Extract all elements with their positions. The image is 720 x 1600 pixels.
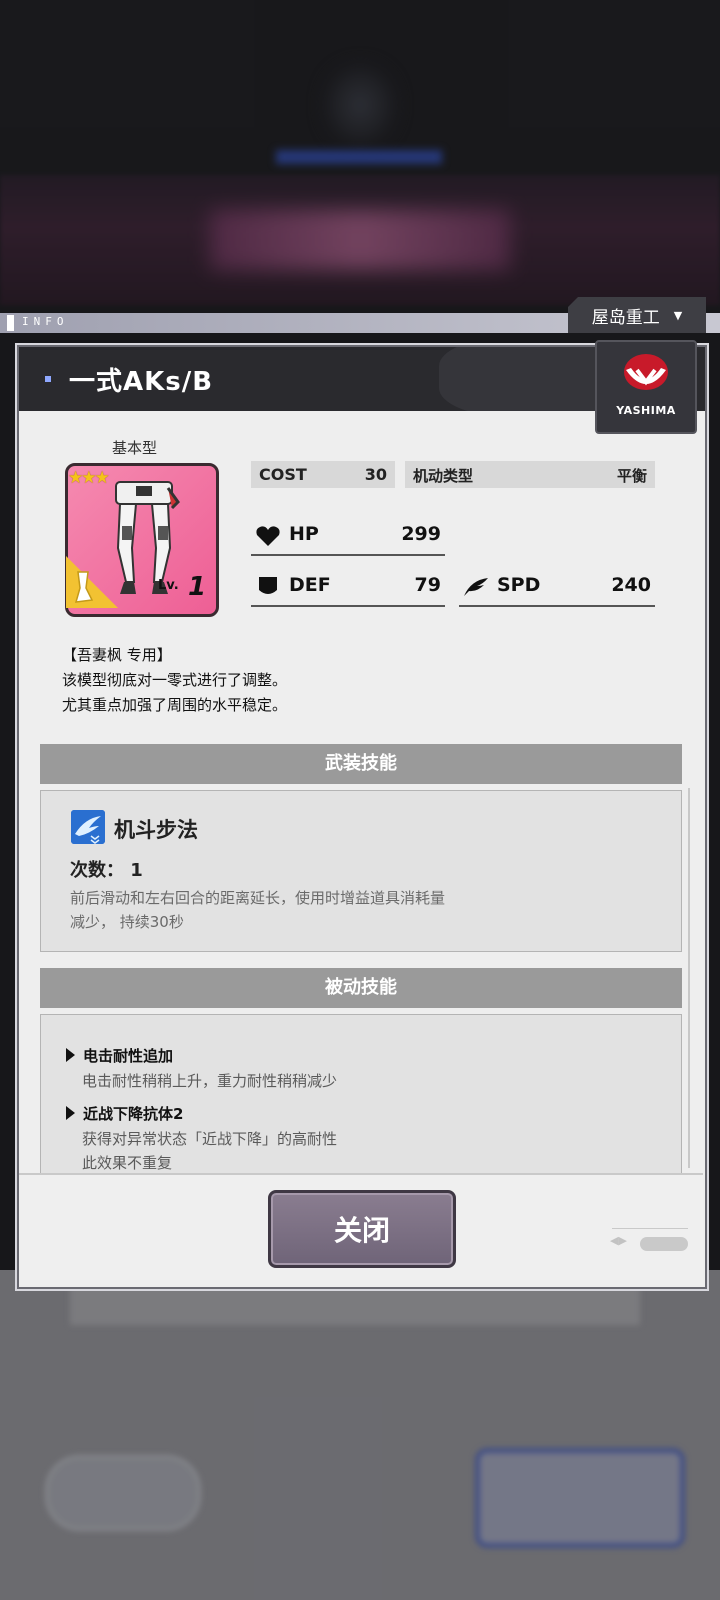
passive-skill-name: 近战下降抗体2 [66, 1103, 183, 1124]
skill-count: 次数： 1 [70, 856, 143, 882]
dash-skill-icon [71, 810, 105, 844]
mini-divider [612, 1228, 688, 1229]
cost-bar: COST 30 [251, 461, 395, 488]
level-value: 1 [188, 572, 207, 602]
spd-row: SPD 240 [459, 567, 655, 607]
header-dot [45, 376, 51, 382]
description-line-3: 尤其重点加强了周围的水平稳定。 [62, 696, 288, 714]
mobility-bar: 机动类型 平衡 [405, 461, 655, 488]
heart-icon [256, 526, 280, 546]
page-arrows-icon[interactable]: ◀▶ [610, 1234, 627, 1247]
spd-value: 240 [611, 574, 651, 596]
part-type: 基本型 [112, 439, 158, 457]
hp-label: HP [289, 523, 319, 545]
passive-skill-desc: 获得对异常状态「近战下降」的高耐性 [82, 1130, 338, 1148]
info-mark [7, 315, 14, 331]
maker-dropdown[interactable]: 屋岛重工 ▼ [568, 297, 706, 333]
passive-skill-name: 电击耐性追加 [66, 1045, 173, 1066]
shield-icon [259, 577, 277, 594]
cost-label: COST [259, 465, 307, 484]
part-title: 一式AKs/B [69, 367, 214, 397]
skill-count-value: 1 [130, 860, 143, 881]
logo-text: YASHIMA [616, 404, 676, 417]
close-button[interactable]: 关闭 [268, 1190, 456, 1268]
cost-value: 30 [364, 465, 387, 484]
leg-slot-icon [74, 571, 94, 603]
hp-row: HP 299 [251, 516, 445, 556]
info-label: INFO [22, 315, 69, 328]
armed-skill-desc-line-2: 减少， 持续30秒 [70, 913, 184, 931]
triangle-down-icon: ▼ [673, 308, 683, 322]
skill-count-label: 次数： [70, 860, 124, 881]
armed-skill-header: 武装技能 [40, 744, 682, 784]
description-line-2: 该模型彻底对一零式进行了调整。 [62, 671, 288, 689]
def-label: DEF [289, 574, 331, 596]
armed-skill-desc-line-1: 前后滑动和左右回合的距离延长，使用时增益道具消耗量 [70, 889, 446, 907]
passive-skill-box [40, 1014, 682, 1173]
def-value: 79 [414, 574, 441, 596]
maker-name: 屋岛重工 [591, 307, 660, 328]
description-line-1: 【吾妻枫 专用】 [62, 646, 172, 664]
hp-value: 299 [401, 523, 441, 545]
scrollbar[interactable] [688, 788, 690, 1168]
spd-label: SPD [497, 574, 541, 596]
wing-icon [464, 578, 488, 596]
armed-skill-name: 机斗步法 [114, 818, 198, 842]
mobility-value: 平衡 [616, 467, 647, 485]
rarity-stars: ★★★ [68, 468, 110, 488]
level-prefix: Lv. [158, 578, 179, 593]
passive-skill-desc: 电击耐性稍稍上升，重力耐性稍稍减少 [82, 1072, 338, 1090]
mobility-label: 机动类型 [413, 467, 474, 485]
yashima-emblem-icon [624, 354, 668, 390]
passive-skill-header: 被动技能 [40, 968, 682, 1008]
def-row: DEF 79 [251, 567, 445, 607]
passive-skill-desc: 此效果不重复 [82, 1154, 173, 1172]
maker-logo: YASHIMA [595, 340, 697, 434]
page-indicator[interactable] [640, 1237, 688, 1251]
